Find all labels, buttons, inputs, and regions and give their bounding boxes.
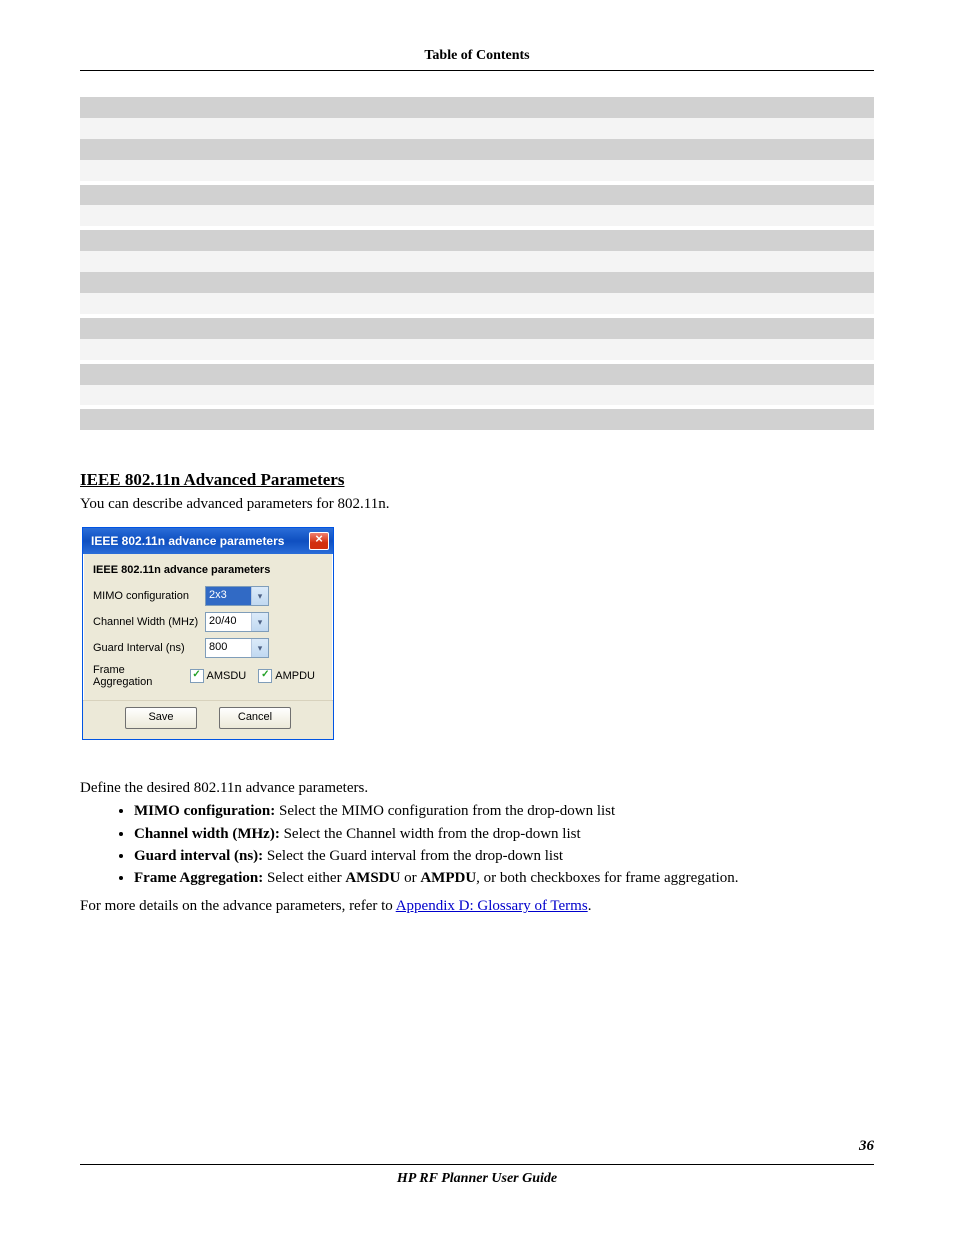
list-item: MIMO configuration: Select the MIMO conf…	[134, 801, 874, 821]
table-cell-left	[80, 339, 318, 360]
table-cell-right	[318, 339, 874, 360]
mimo-label: MIMO configuration	[93, 590, 201, 602]
list-item: Channel width (MHz): Select the Channel …	[134, 824, 874, 844]
table-row	[80, 385, 874, 406]
table-cell-right	[318, 160, 874, 181]
table-row	[80, 293, 874, 314]
close-icon[interactable]: ×	[309, 532, 329, 550]
table-row	[80, 139, 874, 160]
table-cell-right	[318, 185, 874, 206]
table-cell-left	[80, 318, 318, 339]
section-heading: IEEE 802.11n Advanced Parameters	[80, 470, 874, 490]
table-cell-left	[80, 272, 318, 293]
table-cell-right	[318, 272, 874, 293]
channel-width-value: 20/40	[206, 613, 251, 631]
table-cell-left	[80, 139, 318, 160]
table-cell-left	[80, 409, 318, 430]
table-row	[80, 230, 874, 251]
table-cell-right	[318, 251, 874, 272]
checkbox-checked-icon: ✓	[190, 669, 204, 683]
table-cell-left	[80, 385, 318, 406]
toc-label: Table of Contents	[424, 48, 529, 63]
dialog-subhead: IEEE 802.11n advance parameters	[93, 564, 323, 576]
table-row	[80, 318, 874, 339]
table-row	[80, 251, 874, 272]
section-intro: You can describe advanced parameters for…	[80, 496, 874, 513]
table-cell-left	[80, 293, 318, 314]
chevron-down-icon[interactable]: ▾	[251, 613, 268, 631]
table-cell-left	[80, 185, 318, 206]
page-header: Table of Contents	[80, 48, 874, 71]
table-row	[80, 205, 874, 226]
cancel-button[interactable]: Cancel	[219, 707, 291, 729]
amsdu-checkbox[interactable]: ✓ AMSDU	[190, 669, 247, 683]
guard-interval-value: 800	[206, 639, 251, 657]
list-item: Guard interval (ns): Select the Guard in…	[134, 846, 874, 866]
table-cell-right	[318, 118, 874, 139]
bullet-list: MIMO configuration: Select the MIMO conf…	[134, 801, 874, 888]
guard-interval-select[interactable]: 800 ▾	[205, 638, 269, 658]
table-row	[80, 185, 874, 206]
table-cell-right	[318, 230, 874, 251]
table-row	[80, 118, 874, 139]
table-cell-right	[318, 385, 874, 406]
table-cell-left	[80, 251, 318, 272]
table-cell-right	[318, 205, 874, 226]
table-row	[80, 364, 874, 385]
table-cell-right	[318, 318, 874, 339]
chevron-down-icon[interactable]: ▾	[251, 639, 268, 657]
parameter-table	[80, 97, 874, 430]
footer-title: HP RF Planner User Guide	[0, 1171, 954, 1187]
table-cell-left	[80, 97, 318, 118]
ampdu-checkbox[interactable]: ✓ AMPDU	[258, 669, 315, 683]
table-cell-right	[318, 97, 874, 118]
dialog-title-text: IEEE 802.11n advance parameters	[91, 534, 284, 548]
table-cell-left	[80, 205, 318, 226]
table-row	[80, 272, 874, 293]
advance-params-dialog: IEEE 802.11n advance parameters × IEEE 8…	[82, 527, 334, 740]
table-row	[80, 339, 874, 360]
save-button[interactable]: Save	[125, 707, 197, 729]
guard-interval-label: Guard Interval (ns)	[93, 642, 201, 654]
channel-width-label: Channel Width (MHz)	[93, 616, 201, 628]
chevron-down-icon[interactable]: ▾	[251, 587, 268, 605]
table-row	[80, 409, 874, 430]
channel-width-select[interactable]: 20/40 ▾	[205, 612, 269, 632]
mimo-value: 2x3	[206, 587, 251, 605]
amsdu-text: AMSDU	[207, 670, 247, 682]
table-row	[80, 97, 874, 118]
ampdu-text: AMPDU	[275, 670, 315, 682]
footer-rule	[80, 1164, 874, 1165]
table-cell-left	[80, 364, 318, 385]
table-cell-left	[80, 160, 318, 181]
dialog-titlebar[interactable]: IEEE 802.11n advance parameters ×	[83, 528, 333, 554]
more-details-text: For more details on the advance paramete…	[80, 898, 874, 915]
mimo-select[interactable]: 2x3 ▾	[205, 586, 269, 606]
table-cell-right	[318, 139, 874, 160]
list-item: Frame Aggregation: Select either AMSDU o…	[134, 868, 874, 888]
glossary-link[interactable]: Appendix D: Glossary of Terms	[396, 898, 588, 914]
table-cell-left	[80, 118, 318, 139]
table-cell-right	[318, 409, 874, 430]
frame-aggregation-label: Frame Aggregation	[93, 664, 186, 688]
table-row	[80, 160, 874, 181]
page-number: 36	[859, 1138, 874, 1155]
checkbox-checked-icon: ✓	[258, 669, 272, 683]
table-cell-left	[80, 230, 318, 251]
table-cell-right	[318, 364, 874, 385]
table-cell-right	[318, 293, 874, 314]
define-text: Define the desired 802.11n advance param…	[80, 780, 874, 797]
